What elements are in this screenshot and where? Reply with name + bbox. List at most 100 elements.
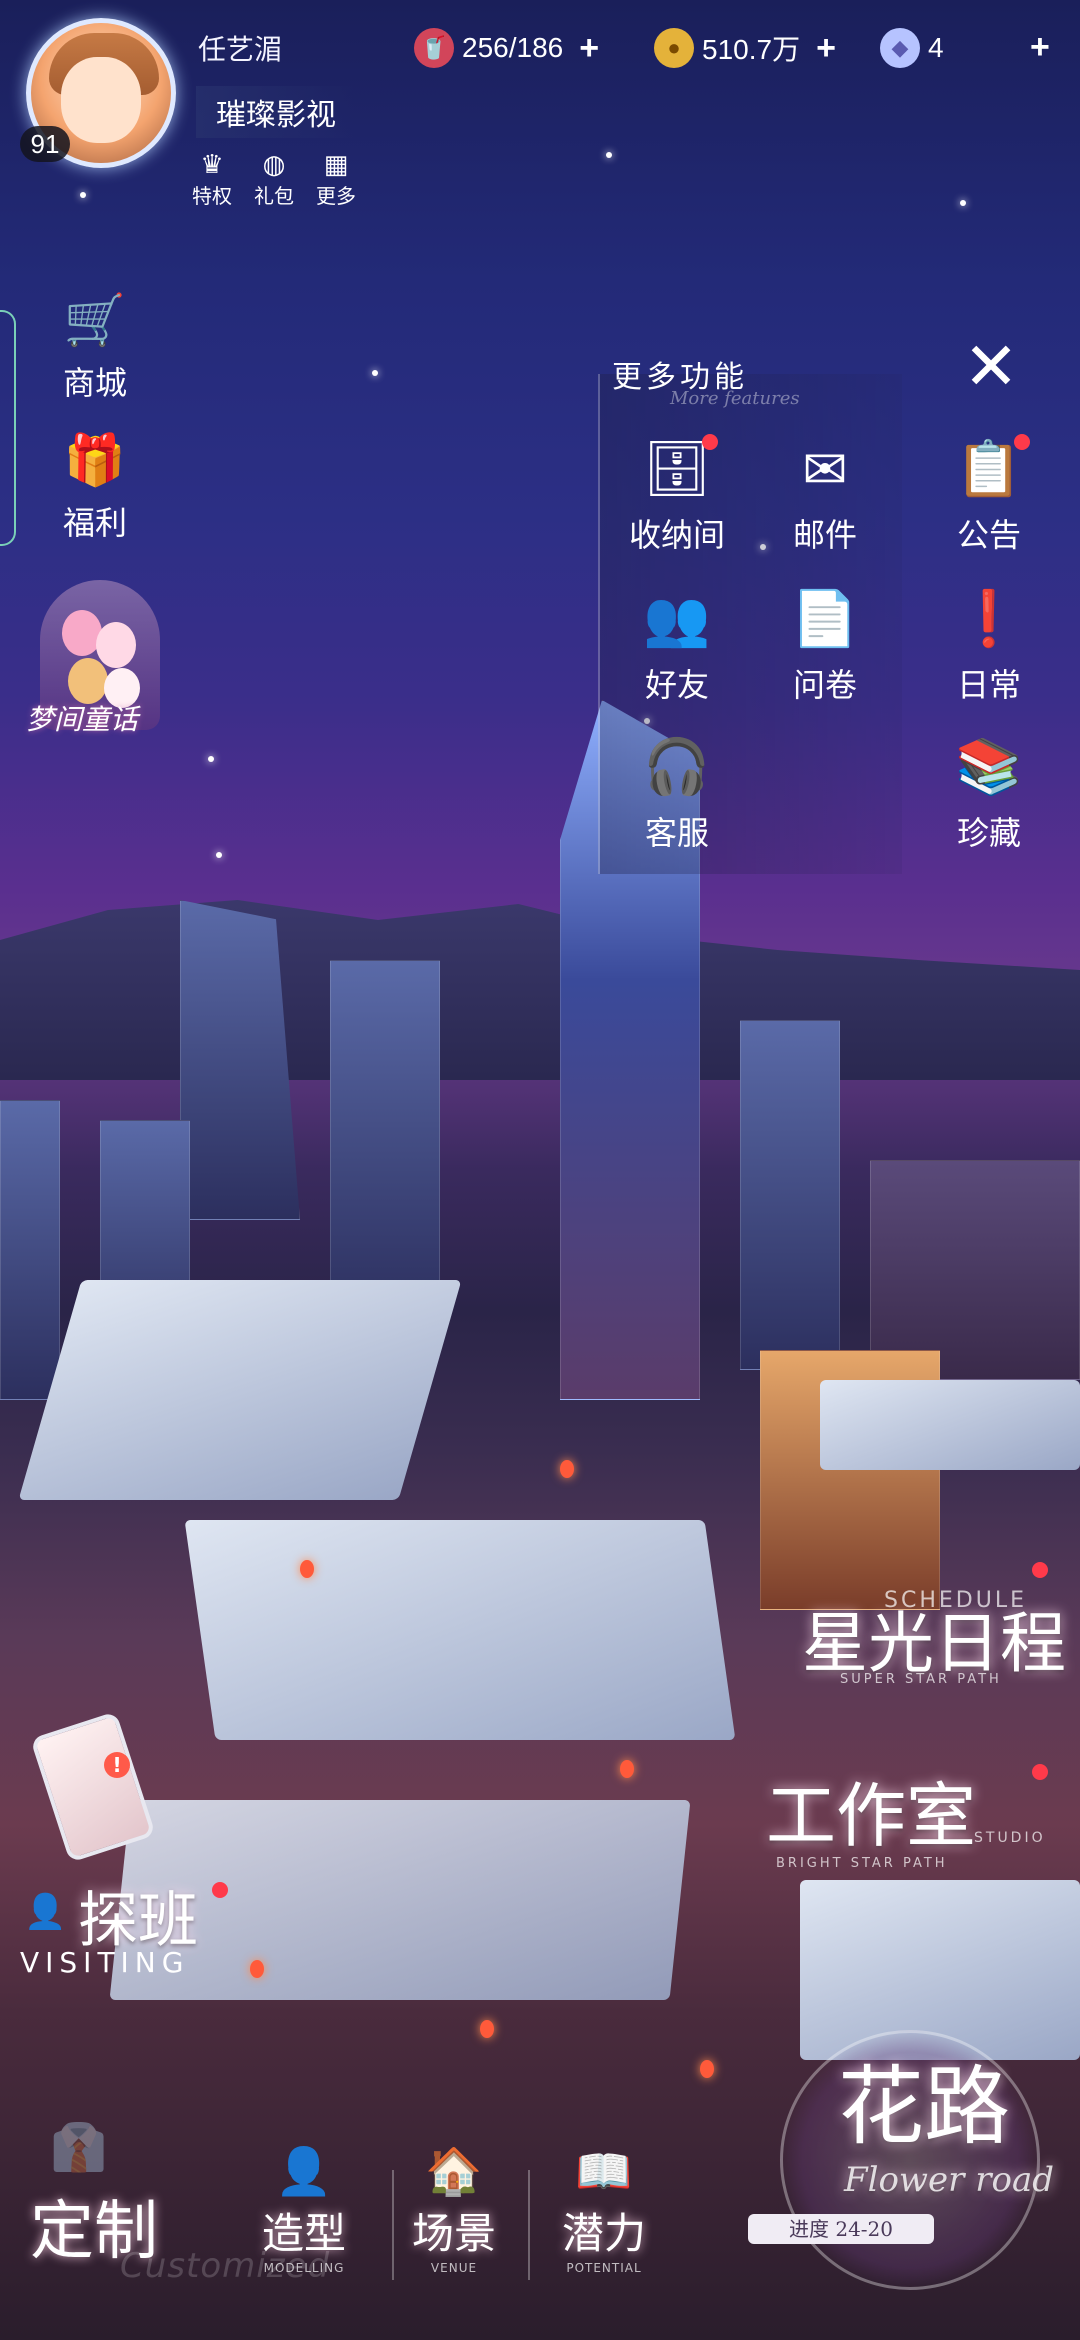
notification-dot xyxy=(1032,1764,1048,1780)
nav-venue-sub: VENUE xyxy=(430,2261,478,2275)
snowy-roof xyxy=(820,1380,1080,1470)
visiting-button[interactable]: 👤 探班 VISITING xyxy=(0,1872,228,1982)
daily-button[interactable]: ❗ 日常 xyxy=(934,586,1044,706)
avatar-face xyxy=(61,57,141,143)
star xyxy=(80,192,86,198)
survey-button[interactable]: 📄 问卷 xyxy=(770,586,880,706)
person-icon: 👤 xyxy=(24,1892,67,1932)
lantern xyxy=(480,2020,494,2038)
close-panel-button[interactable]: ✕ xyxy=(956,332,1026,402)
lantern xyxy=(620,1760,634,1778)
company-name: 璀璨影视 xyxy=(196,86,354,138)
diamond-resource: ◆ 4 xyxy=(880,28,944,68)
welfare-button[interactable]: 🎁 福利 xyxy=(40,428,150,544)
snowy-mountains xyxy=(0,900,1080,1080)
support-label: 客服 xyxy=(644,814,709,852)
dream-tale-label: 梦间童话 xyxy=(26,703,139,736)
grid-icon: ▦ xyxy=(323,150,349,180)
bust-icon: 👤 xyxy=(275,2144,333,2198)
nav-modelling-label: 造型 xyxy=(261,2209,346,2258)
player-name: 任艺湄 xyxy=(198,33,283,66)
star xyxy=(208,756,214,762)
notification-dot xyxy=(1014,434,1030,450)
star xyxy=(372,370,378,376)
visiting-sub: VISITING xyxy=(20,1946,190,1979)
house-icon: 🏠 xyxy=(425,2144,483,2198)
add-stamina-button[interactable]: + xyxy=(579,29,599,68)
schedule-sub2: SUPER STAR PATH xyxy=(840,1672,1002,1687)
nav-modelling[interactable]: 👤 造型 MODELLING xyxy=(244,2144,364,2275)
crown-icon: ♛ xyxy=(200,150,224,180)
nav-potential-label: 潜力 xyxy=(561,2209,646,2258)
mail-icon: ✉ xyxy=(802,437,848,501)
quick-links: ♛ 特权 ◍ 礼包 ▦ 更多 xyxy=(190,150,358,209)
drink-icon: 🥤 xyxy=(414,28,454,68)
collection-button[interactable]: 📚 珍藏 xyxy=(934,734,1044,854)
wechat-icon: ◍ xyxy=(262,150,286,180)
shop-label: 商城 xyxy=(62,364,127,402)
studio-sub: STUDIO xyxy=(974,1830,1046,1846)
snowy-roof xyxy=(184,1520,736,1740)
privilege-label: 特权 xyxy=(192,184,232,208)
support-button[interactable]: 🎧 客服 xyxy=(622,734,732,854)
friends-label: 好友 xyxy=(644,666,709,704)
book-icon: 📖 xyxy=(575,2144,633,2198)
star xyxy=(960,200,966,206)
alert-icon: ! xyxy=(104,1752,130,1778)
welfare-label: 福利 xyxy=(62,504,127,542)
nav-venue[interactable]: 🏠 场景 VENUE xyxy=(394,2144,514,2275)
city-night-background xyxy=(0,0,1080,2340)
storage-box-icon: 🗄 xyxy=(642,434,718,502)
side-drawer-tab[interactable] xyxy=(0,310,16,546)
lantern xyxy=(300,1560,314,1578)
nav-potential[interactable]: 📖 潜力 POTENTIAL xyxy=(544,2144,664,2275)
suit-icon: 👔 xyxy=(50,2120,108,2174)
gold-value: 510.7万 xyxy=(702,34,801,65)
storage-label: 收纳间 xyxy=(628,516,725,554)
notice-button[interactable]: 📋 公告 xyxy=(934,434,1044,556)
privilege-button[interactable]: ♛ 特权 xyxy=(190,150,234,209)
shopping-cart-icon: 🛒 xyxy=(63,290,127,349)
lantern xyxy=(700,2060,714,2078)
notification-dot xyxy=(702,434,718,450)
nav-customize[interactable]: 👔 定制 Customized xyxy=(30,2120,329,2286)
notification-dot xyxy=(212,1882,228,1898)
support-icon: 🎧 xyxy=(643,735,711,798)
gift-pack-label: 礼包 xyxy=(254,184,294,208)
collection-label: 珍藏 xyxy=(956,814,1021,852)
mail-label: 邮件 xyxy=(792,516,857,554)
nav-venue-label: 场景 xyxy=(411,2209,496,2258)
diamond-value: 4 xyxy=(928,32,944,63)
diamond-icon: ◆ xyxy=(880,28,920,68)
daily-icon: ❗ xyxy=(955,587,1023,650)
star xyxy=(606,152,612,158)
studio-sub2: BRIGHT STAR PATH xyxy=(776,1856,948,1871)
stamina-value: 256/186 xyxy=(462,32,564,63)
add-gold-button[interactable]: + xyxy=(816,29,836,68)
snowy-roof xyxy=(18,1280,462,1500)
gold-resource: ● 510.7万 + xyxy=(654,28,836,68)
gold-coin-icon: ● xyxy=(654,28,694,68)
balloon-icon xyxy=(96,622,136,668)
gift-box-icon: 🎁 xyxy=(63,430,127,489)
gift-pack-button[interactable]: ◍ 礼包 xyxy=(252,150,296,209)
skyscraper xyxy=(0,1100,60,1400)
star xyxy=(216,852,222,858)
mail-button[interactable]: ✉ 邮件 xyxy=(770,436,880,556)
studio-button[interactable]: 工作室 STUDIO BRIGHT STAR PATH xyxy=(760,1760,1080,1900)
notification-dot xyxy=(1032,1562,1048,1578)
shop-button[interactable]: 🛒 商城 xyxy=(40,288,150,404)
notice-label: 公告 xyxy=(956,516,1021,554)
friends-button[interactable]: 👥 好友 xyxy=(622,586,732,706)
add-diamond-wrap: + xyxy=(1030,28,1050,67)
survey-label: 问卷 xyxy=(792,666,857,704)
lantern xyxy=(560,1460,574,1478)
add-diamond-button[interactable]: + xyxy=(1030,28,1050,67)
friends-icon: 👥 xyxy=(643,587,711,650)
skyscraper xyxy=(330,960,440,1320)
player-level-badge: 91 xyxy=(20,126,70,162)
more-button[interactable]: ▦ 更多 xyxy=(314,150,358,209)
daily-label: 日常 xyxy=(956,666,1021,704)
schedule-button[interactable]: SCHEDULE 星光日程 SUPER STAR PATH xyxy=(800,1560,1080,1700)
storage-button[interactable]: 🗄 收纳间 xyxy=(622,434,732,556)
